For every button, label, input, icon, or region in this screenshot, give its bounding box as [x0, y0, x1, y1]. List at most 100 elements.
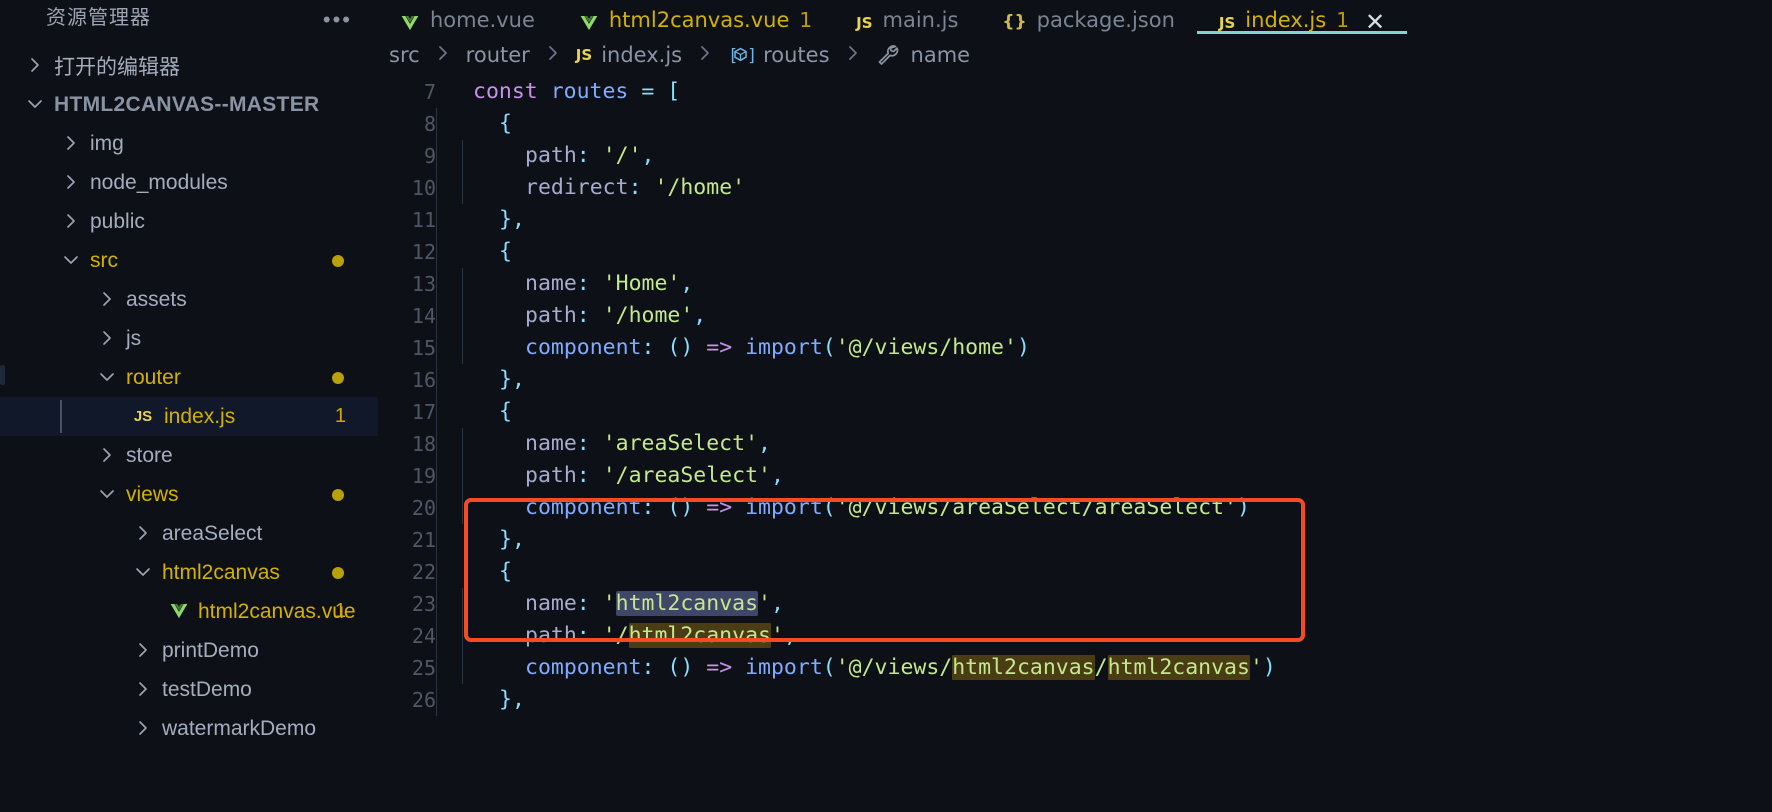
breadcrumb-item-routes[interactable]: [] routes: [725, 43, 832, 67]
problem-count-badge: 1: [334, 405, 346, 427]
code-token: redirect: [525, 175, 629, 200]
vue-file-icon: [166, 603, 192, 620]
breadcrumb-label: index.js: [601, 43, 683, 67]
breadcrumb-item-name[interactable]: name: [873, 43, 974, 67]
line-number: 16: [411, 368, 436, 392]
sidebar-item-views[interactable]: views: [0, 475, 378, 514]
code-token: =: [641, 79, 655, 104]
code-line: 26},: [378, 684, 1772, 716]
close-icon[interactable]: ✕: [1365, 10, 1385, 34]
chevron-right-icon: [130, 719, 156, 737]
line-tokens: path: '/home',: [525, 303, 706, 328]
line-tokens: {: [499, 399, 512, 424]
tab-index-js[interactable]: JS index.js 1 ✕: [1196, 0, 1408, 34]
sidebar-item-testdemo[interactable]: testDemo: [0, 670, 378, 709]
breadcrumb-item-router[interactable]: router: [463, 43, 533, 67]
code-token: ,: [641, 143, 655, 168]
code-token: :: [628, 175, 642, 200]
code-token: :: [576, 591, 590, 616]
editor-tabbar: home.vue html2canvas.vue 1 JS main.js {} packa…: [378, 0, 1772, 34]
code-token: ,: [693, 303, 707, 328]
line-content: const routes = [: [436, 76, 680, 108]
sidebar-item-printdemo[interactable]: printDemo: [0, 631, 378, 670]
breadcrumb-label: router: [465, 43, 530, 67]
indent-guide: [462, 620, 463, 652]
sidebar-item-src[interactable]: src: [0, 241, 378, 280]
code-token: ,: [680, 271, 694, 296]
sidebar-item-html2canvas[interactable]: html2canvas: [0, 553, 378, 592]
code-token: (: [822, 335, 836, 360]
svg-text:]: ]: [747, 46, 754, 66]
code-token: import: [745, 655, 823, 680]
code-line: 9 path: '/',: [378, 140, 1772, 172]
explorer-sidebar: 资源管理器 ••• 打开的编辑器 HTML2CANVAS--MASTER img no…: [0, 0, 378, 812]
sidebar-item-[interactable]: 打开的编辑器: [0, 46, 378, 85]
code-token: {: [499, 111, 512, 136]
sidebar-item-html2canvas-master[interactable]: HTML2CANVAS--MASTER: [0, 85, 378, 124]
line-tokens: component: () => import('@/views/areaSel…: [525, 495, 1250, 520]
indent-guide: [436, 460, 437, 492]
code-line: 10 redirect: '/home': [378, 172, 1772, 204]
indent-guide: [436, 364, 437, 396]
ellipsis-icon[interactable]: •••: [323, 9, 352, 31]
code-line: 20 component: () => import('@/views/areaS…: [378, 492, 1772, 524]
code-token: }: [499, 687, 512, 712]
sidebar-item-public[interactable]: public: [0, 202, 378, 241]
indent-guide: [462, 428, 463, 460]
sidebar-item-assets[interactable]: assets: [0, 280, 378, 319]
code-token: {: [499, 559, 512, 584]
explorer-header: 资源管理器 •••: [0, 0, 378, 34]
indent-guide: [436, 492, 437, 524]
indent-guide: [462, 332, 463, 364]
breadcrumb-item-src[interactable]: src: [386, 43, 423, 67]
line-tokens: name: 'areaSelect',: [525, 431, 771, 456]
line-tokens: {: [499, 559, 512, 584]
code-token: (): [667, 495, 694, 520]
code-token: ,: [511, 687, 525, 712]
word-match-highlight: html2canvas: [952, 655, 1095, 680]
indent-guide: [436, 396, 437, 428]
tab-home-vue[interactable]: home.vue: [378, 0, 557, 34]
code-token: ,: [511, 207, 525, 232]
sidebar-item-index-js[interactable]: JS index.js 1: [0, 397, 378, 436]
line-number: 8: [423, 112, 436, 136]
code-token: /: [1094, 655, 1108, 680]
sidebar-item-img[interactable]: img: [0, 124, 378, 163]
tab-label: home.vue: [430, 8, 535, 32]
sidebar-item-router[interactable]: router: [0, 358, 378, 397]
tab-html2canvas-vue[interactable]: html2canvas.vue 1: [557, 0, 834, 34]
chevron-right-icon: [130, 680, 156, 698]
tab-main-js[interactable]: JS main.js: [834, 0, 980, 34]
code-token: =>: [706, 495, 733, 520]
code-token: path: [525, 623, 577, 648]
code-line: 8{: [378, 108, 1772, 140]
indent-guide: [436, 268, 437, 300]
code-token: ,: [783, 623, 797, 648]
sidebar-item-html2canvas-vue[interactable]: html2canvas.vue 1: [0, 592, 378, 631]
code-line: 15 component: () => import('@/views/home'…: [378, 332, 1772, 364]
indent-guide: [436, 428, 437, 460]
chevron-right-icon: [130, 641, 156, 659]
code-token: '/home': [654, 175, 746, 200]
sidebar-item-areaselect[interactable]: areaSelect: [0, 514, 378, 553]
code-token: ): [1262, 655, 1276, 680]
indent-guide: [462, 492, 463, 524]
breadcrumb-item-index-js[interactable]: JS index.js: [573, 43, 685, 67]
sidebar-item-label: html2canvas.vue: [198, 599, 356, 623]
code-token: '/: [602, 623, 629, 648]
tab-package-json[interactable]: {} package.json: [980, 0, 1196, 34]
code-token: ): [1237, 495, 1250, 520]
sidebar-item-watermarkdemo[interactable]: watermarkDemo: [0, 709, 378, 748]
code-line: 16},: [378, 364, 1772, 396]
line-content: path: '/home',: [436, 300, 706, 332]
code-token: path: [525, 463, 577, 488]
sidebar-item-js[interactable]: js: [0, 319, 378, 358]
code-editor[interactable]: 7 const routes = [8{9 path: '/', 10 redirect…: [378, 76, 1772, 812]
indent-guide: [436, 204, 437, 236]
sidebar-item-store[interactable]: store: [0, 436, 378, 475]
sidebar-item-node-modules[interactable]: node_modules: [0, 163, 378, 202]
